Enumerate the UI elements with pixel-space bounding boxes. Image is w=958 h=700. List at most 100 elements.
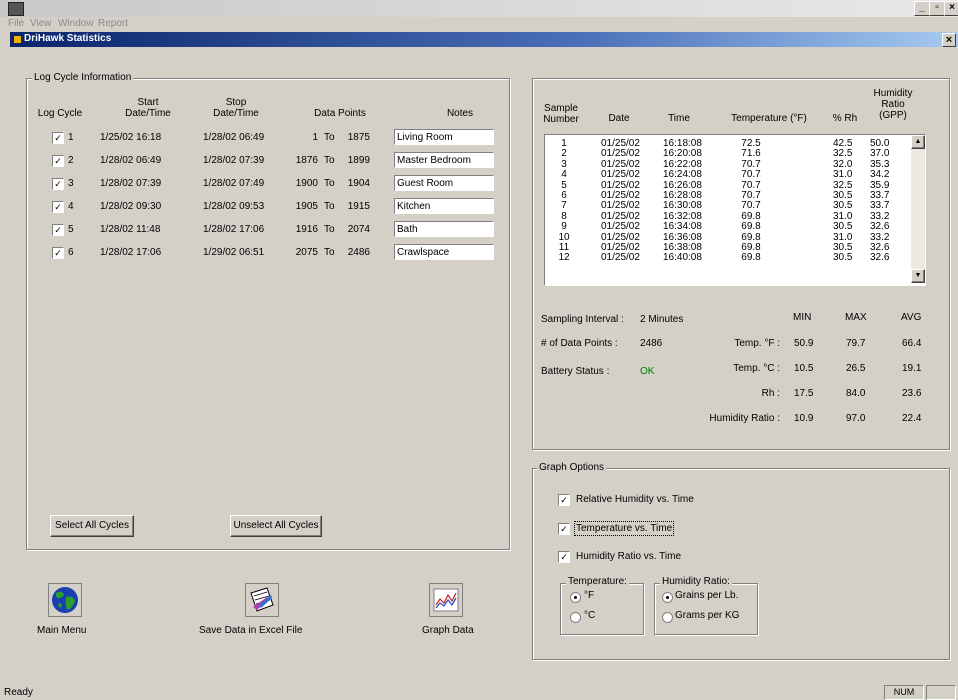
sample-cell: 16:40:08 [663,252,702,264]
log-cycle-note-input[interactable]: Crawlspace [394,244,494,260]
log-cycle-to-label: To [324,178,335,189]
restore-button[interactable]: ▫ [929,1,945,16]
scroll-down-arrow-icon[interactable]: ▼ [911,269,925,283]
grams-per-kg-radio[interactable] [662,612,673,623]
stats-min: 10.9 [794,413,814,424]
stats-max: 79.7 [846,338,866,349]
samples-scrollbar[interactable]: ▲ ▼ [911,135,925,283]
close-button[interactable]: × [944,1,958,16]
samples-list[interactable]: 1 01/25/02 16:18:08 72.5 42.5 50.0 2 01/25/02 16… [544,134,926,286]
humidity-ratio-vs-time-checkbox[interactable]: ✓ [558,551,570,563]
log-cycle-to-label: To [324,247,335,258]
status-bar: Ready NUM [0,683,958,700]
app-icon [8,2,24,16]
status-text: Ready [4,687,33,698]
log-cycle-note-input[interactable]: Living Room [394,129,494,145]
log-cycle-number: 5 [68,224,74,235]
log-cycle-from: 1900 [295,178,318,189]
log-cycle-note-input[interactable]: Master Bedroom [394,152,494,168]
grains-per-lb-radio[interactable] [662,592,673,603]
stats-min-header: MIN [793,312,812,323]
main-menu-label[interactable]: Main Menu [37,625,86,636]
log-cycle-checkbox[interactable]: ✓ [52,155,64,167]
save-excel-label[interactable]: Save Data in Excel File [199,625,302,636]
rh-vs-time-label[interactable]: Relative Humidity vs. Time [576,494,694,505]
log-cycle-to: 2074 [347,224,370,235]
log-cycle-from: 1916 [295,224,318,235]
menu-view[interactable]: View [30,18,52,29]
log-cycle-start: 1/28/02 09:30 [100,201,162,212]
log-cycle-to-label: To [324,155,335,166]
celsius-label[interactable]: °C [584,610,595,621]
log-cycle-note-input[interactable]: Bath [394,221,494,237]
excel-save-icon[interactable] [245,583,279,617]
menu-window[interactable]: Window [58,18,94,29]
scroll-up-arrow-icon[interactable]: ▲ [911,135,925,149]
humidity-ratio-vs-time-label[interactable]: Humidity Ratio vs. Time [576,551,681,562]
fahrenheit-label[interactable]: °F [584,590,594,601]
status-pane [926,685,956,700]
stats-min: 50.9 [794,338,814,349]
temperature-units-label: Temperature: [566,576,629,587]
log-cycle-checkbox[interactable]: ✓ [52,178,64,190]
select-all-cycles-button[interactable]: Select All Cycles [50,515,134,537]
humidity-ratio-units-label: Humidity Ratio: [660,576,732,587]
stats-avg: 23.6 [902,388,922,399]
header-date: Date [608,113,630,124]
data-points-label: # of Data Points : [541,338,618,349]
menu-report[interactable]: Report [98,18,128,29]
stats-max: 84.0 [846,388,866,399]
temp-vs-time-label[interactable]: Temperature vs. Time [574,521,675,536]
log-cycle-stop: 1/29/02 06:51 [203,247,265,258]
grams-per-kg-label[interactable]: Grams per KG [675,610,739,621]
main-menu-globe-icon[interactable] [48,583,82,617]
log-cycle-to: 1904 [347,178,370,189]
stats-row-label: Humidity Ratio : [709,413,780,424]
log-cycle-note-input[interactable]: Kitchen [394,198,494,214]
log-cycle-group-label: Log Cycle Information [32,72,134,83]
stats-avg-header: AVG [901,312,922,323]
log-cycle-checkbox[interactable]: ✓ [52,224,64,236]
header-stop: Stop Date/Time [213,97,259,119]
log-cycle-start: 1/28/02 07:39 [100,178,162,189]
grains-per-lb-label[interactable]: Grains per Lb. [675,590,738,601]
log-cycle-checkbox[interactable]: ✓ [52,201,64,213]
window-title: DriHawk Statistics [24,33,112,44]
log-cycle-to-label: To [324,201,335,212]
log-cycle-from: 1876 [295,155,318,166]
log-cycle-to-label: To [324,224,335,235]
log-cycle-group [26,78,510,550]
rh-vs-time-checkbox[interactable]: ✓ [558,494,570,506]
fahrenheit-radio[interactable] [570,592,581,603]
log-cycle-note-input[interactable]: Guest Room [394,175,494,191]
graph-data-label[interactable]: Graph Data [422,625,474,636]
battery-status-value: OK [640,366,655,377]
temp-vs-time-checkbox[interactable]: ✓ [558,523,570,535]
log-cycle-stop: 1/28/02 06:49 [203,132,265,143]
app-title-bar: _ ▫ × [0,0,958,17]
graph-data-icon[interactable] [429,583,463,617]
log-cycle-to: 1875 [347,132,370,143]
log-cycle-number: 6 [68,247,74,258]
log-cycle-checkbox[interactable]: ✓ [52,247,64,259]
stats-row-label: Temp. °F : [734,338,780,349]
menu-file[interactable]: File [8,18,24,29]
stats-min: 10.5 [794,363,814,374]
battery-status-label: Battery Status : [541,366,610,377]
stats-row-label: Rh : [761,388,780,399]
log-cycle-to-label: To [324,132,335,143]
minimize-button[interactable]: _ [914,1,930,16]
stats-max: 26.5 [846,363,866,374]
header-time: Time [668,113,690,124]
log-cycle-to: 1899 [347,155,370,166]
unselect-all-cycles-button[interactable]: Unselect All Cycles [230,515,322,537]
log-cycle-number: 2 [68,155,74,166]
celsius-radio[interactable] [570,612,581,623]
window-close-button[interactable]: × [942,33,956,47]
log-cycle-start: 1/25/02 16:18 [100,132,162,143]
log-cycle-checkbox[interactable]: ✓ [52,132,64,144]
stats-max: 97.0 [846,413,866,424]
stats-avg: 19.1 [902,363,922,374]
header-sample-number: Sample Number [543,103,579,125]
header-humidity-ratio: Humidity Ratio (GPP) [873,88,913,121]
